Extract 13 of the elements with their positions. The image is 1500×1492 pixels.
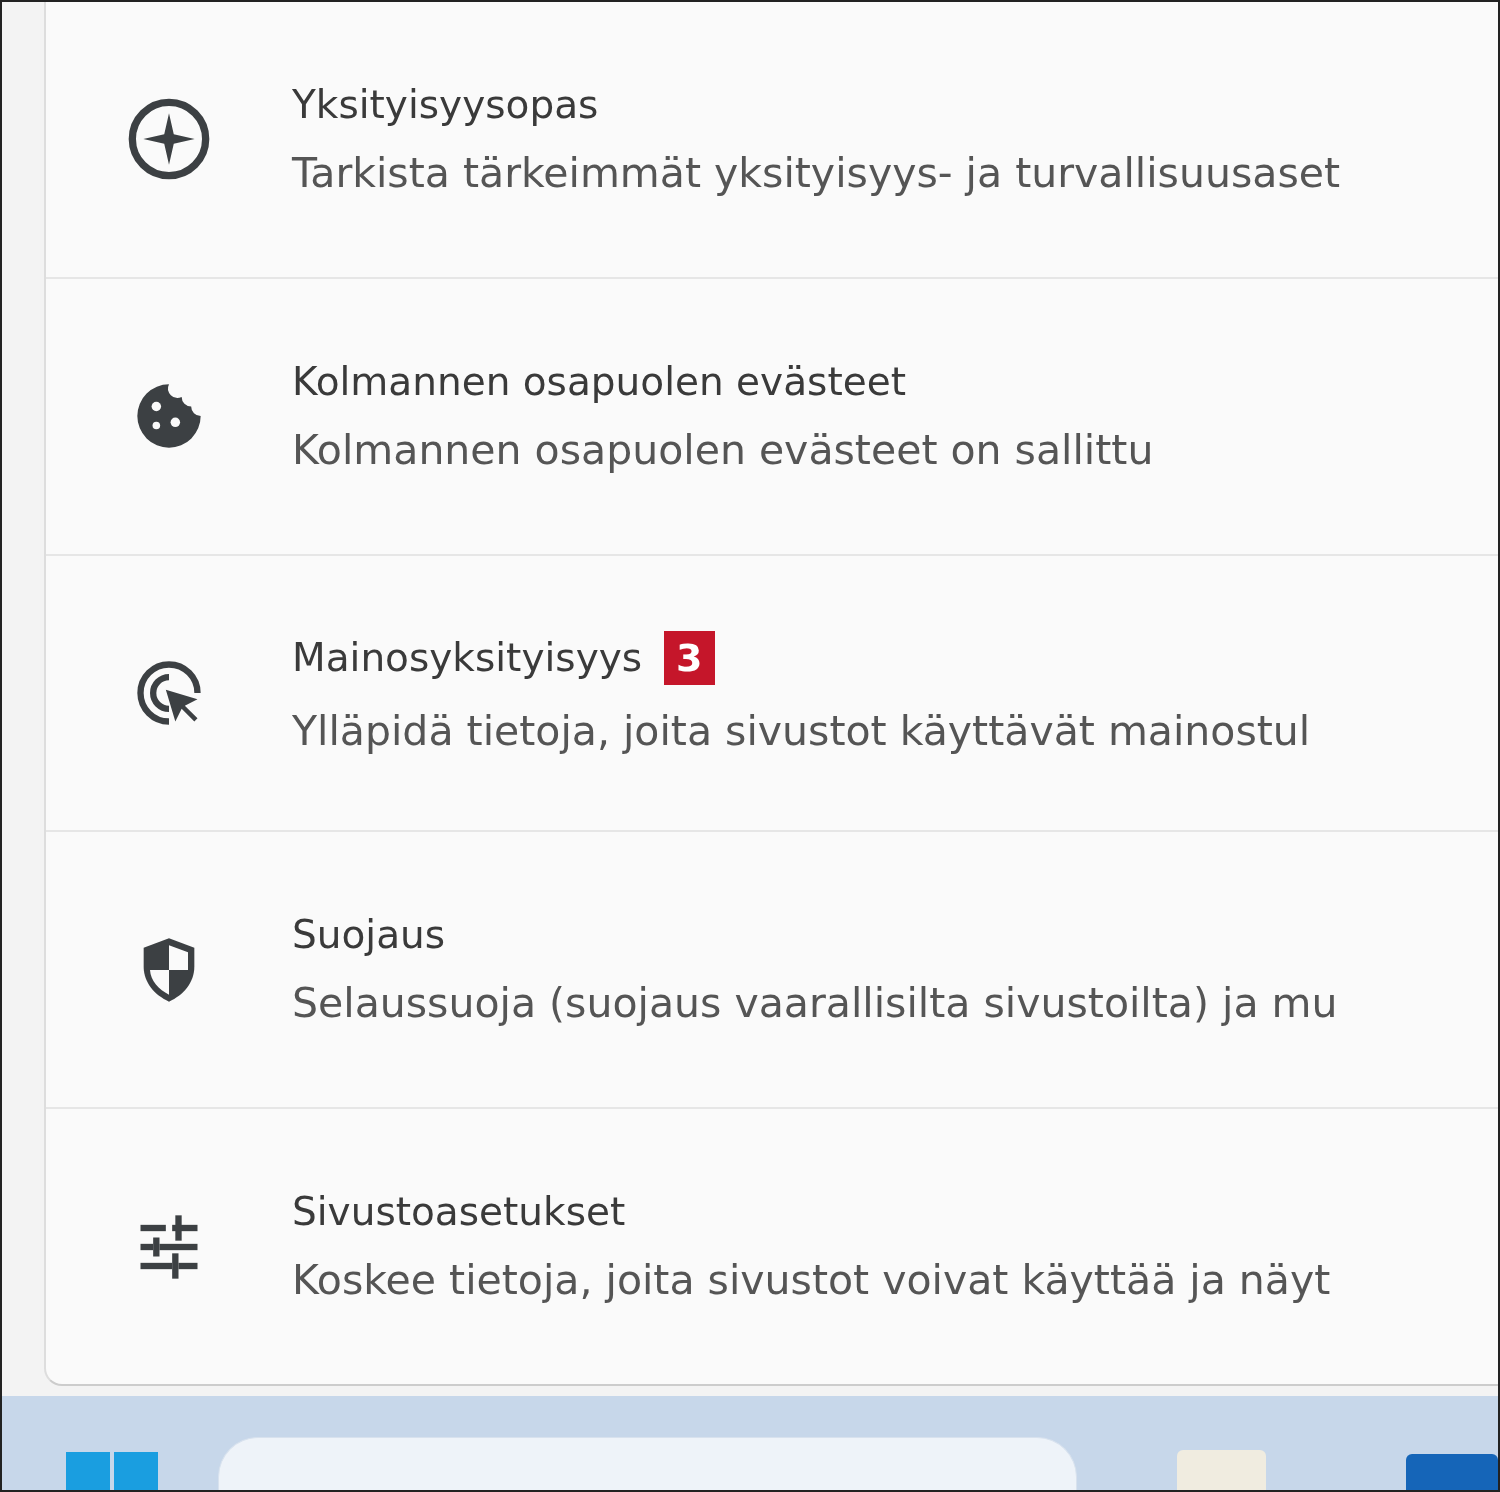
item-title[interactable]: Mainosyksityisyys — [292, 635, 643, 681]
item-title[interactable]: Kolmannen osapuolen evästeet — [292, 358, 906, 404]
item-description: Tarkista tärkeimmät yksityisyys- ja turvallisuusaset — [292, 148, 1341, 197]
item-title[interactable]: Yksityisyysopas — [292, 81, 599, 127]
item-description: Selaussuoja (suojaus vaarallisilta sivustoilta) ja mu — [292, 979, 1338, 1028]
item-title[interactable]: Suojaus — [292, 912, 446, 958]
item-description: Koskee tietoja, joita sivustot voivat käyttää ja näyt — [292, 1256, 1331, 1305]
item-title[interactable]: Sivustoasetukset — [292, 1189, 626, 1235]
start-icon[interactable] — [66, 1452, 159, 1490]
item-description: Ylläpidä tietoja, joita sivustot käyttävät mainostul — [292, 707, 1311, 755]
item-description: Kolmannen osapuolen evästeet on sallittu — [292, 425, 1154, 474]
count-badge: 3 — [664, 631, 715, 685]
search-field[interactable] — [218, 1437, 1078, 1490]
